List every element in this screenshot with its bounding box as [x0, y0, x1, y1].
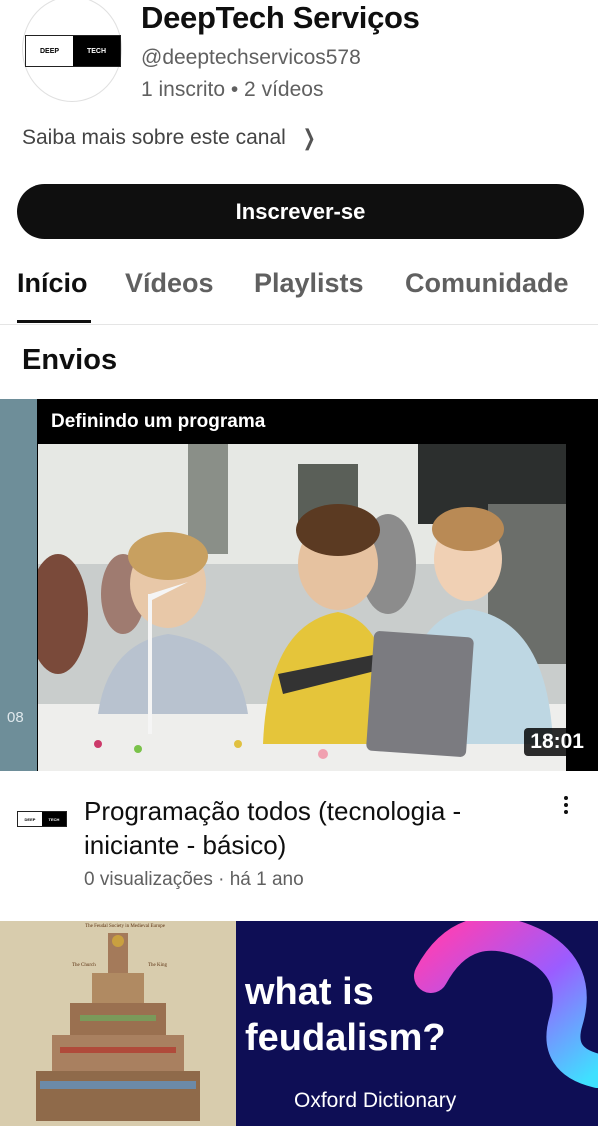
video-duration: 18:01 [524, 728, 590, 756]
thumbnail-side-number: 08 [7, 709, 24, 726]
tab-playlists[interactable]: Playlists [254, 268, 364, 299]
thumbnail-photo [38, 444, 566, 771]
channel-tabs: Início Vídeos Playlists Comunidade [0, 268, 598, 325]
oxford-caption: Oxford Dictionary [294, 1089, 457, 1112]
channel-logo: DEEP TECH [25, 35, 121, 67]
chevron-right-icon: ❯ [302, 125, 316, 150]
feudal-pyramid-drawing [36, 933, 200, 1121]
channel-handle: @deeptechservicos578 [141, 46, 361, 69]
channel-name: DeepTech Serviços [141, 0, 420, 35]
feudalism-title-text: what is feudalism? [245, 969, 446, 1061]
thumbnail-title: Definindo um programa [51, 411, 266, 432]
about-channel-label: Saiba mais sobre este canal [22, 126, 286, 149]
feudal-pyramid-image: The Feudal Society in Medieval Europe Th… [0, 921, 236, 1126]
section-title: Envios [22, 344, 118, 376]
more-vert-icon[interactable] [556, 793, 576, 817]
tab-inicio[interactable]: Início [17, 268, 88, 299]
video-thumbnail[interactable]: 08 Definindo um programa 18:01 [0, 399, 598, 771]
feudalism-line-2: feudalism? [245, 1017, 446, 1059]
thumbnail-side-strip: 08 [0, 399, 37, 771]
logo-deep-text: DEEP [26, 36, 73, 66]
feudalism-line-1: what is [245, 971, 374, 1013]
about-channel-link[interactable]: Saiba mais sobre este canal ❯ [22, 125, 318, 151]
channel-avatar[interactable]: DEEP TECH [22, 0, 122, 102]
feudalism-title-panel: what is feudalism? Oxford Dictionary [236, 921, 598, 1126]
active-tab-indicator [17, 320, 91, 323]
video-thumbnail-2[interactable]: The Feudal Society in Medieval Europe Th… [0, 921, 598, 1126]
tab-videos[interactable]: Vídeos [125, 268, 214, 299]
subscribe-button[interactable]: Inscrever-se [17, 184, 584, 239]
video-title[interactable]: Programação todos (tecnologia - iniciant… [84, 794, 544, 862]
video-channel-avatar[interactable]: DEEP TECH [17, 811, 67, 827]
logo-tech-text: TECH [73, 36, 120, 66]
mini-logo-tech: TECH [42, 812, 66, 826]
video-meta: 0 visualizações · há 1 ano [84, 869, 304, 890]
channel-stats: 1 inscrito • 2 vídeos [141, 78, 324, 101]
video-item[interactable]: DEEP TECH Programação todos (tecnologia … [0, 771, 598, 921]
mini-logo-deep: DEEP [18, 812, 42, 826]
tab-comunidade[interactable]: Comunidade [405, 268, 569, 299]
